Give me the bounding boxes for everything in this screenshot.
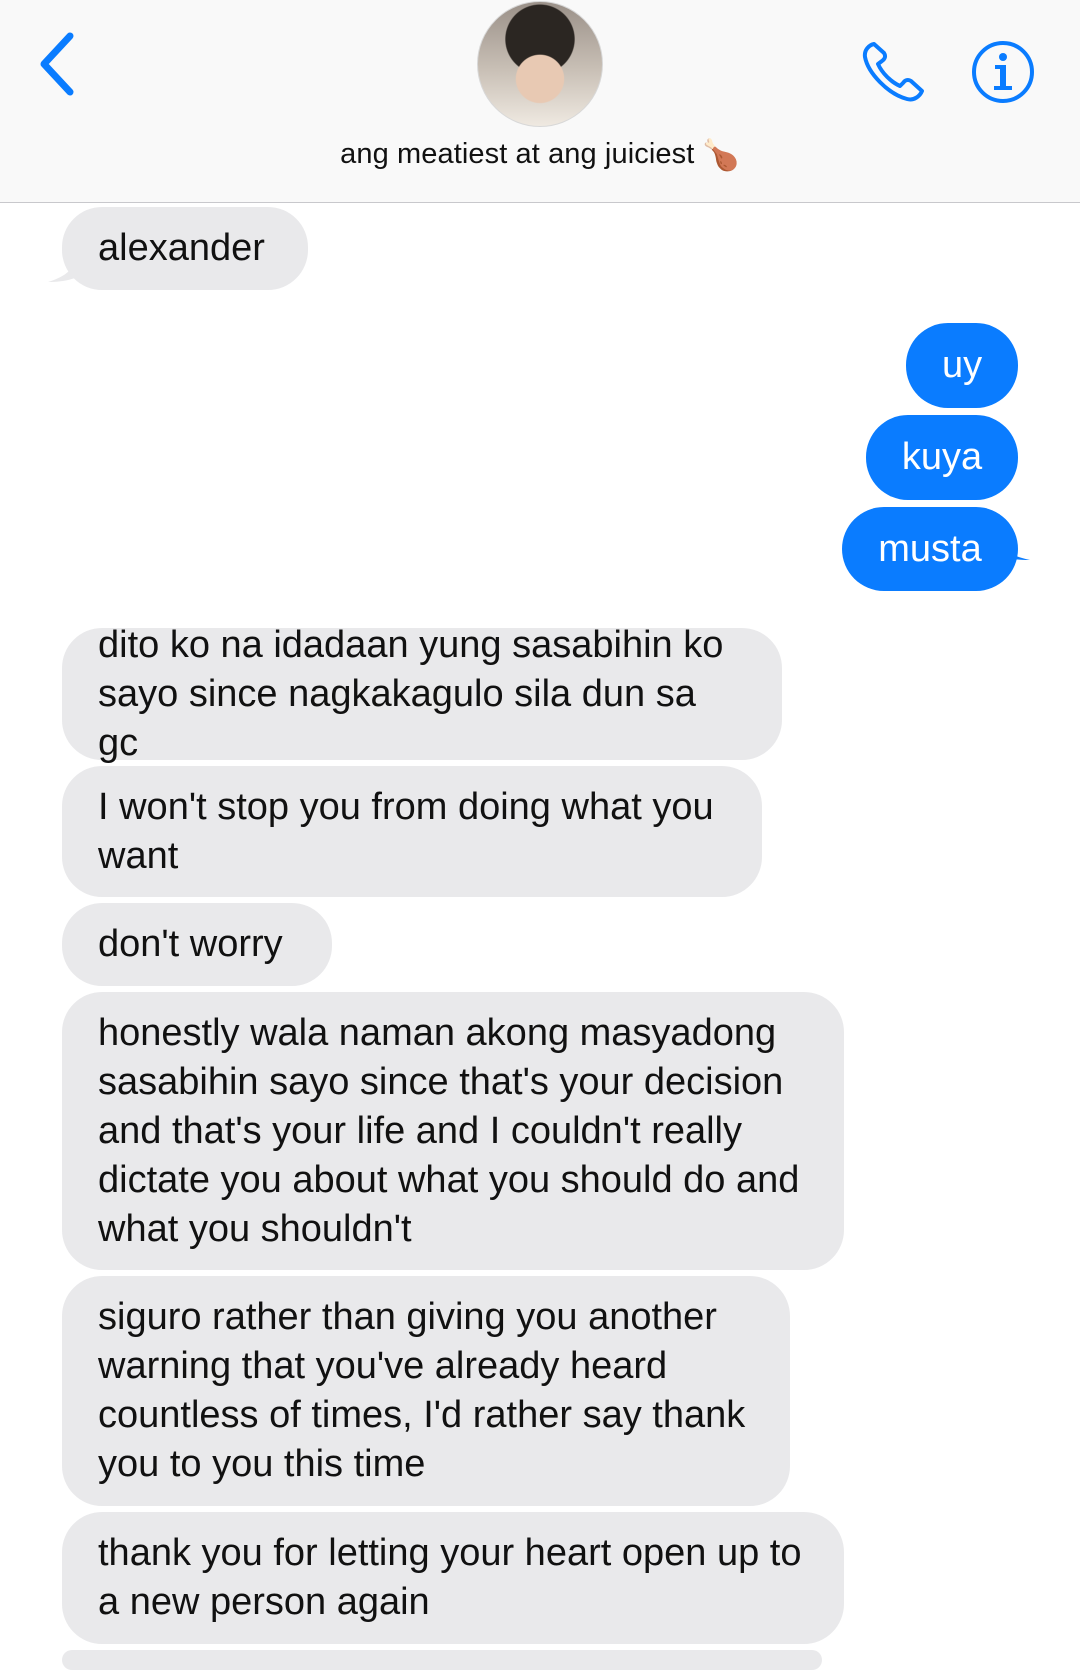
conversation-header: ang meatiest at ang juiciest 🍗: [0, 0, 1080, 203]
message-bubble-outgoing[interactable]: kuya: [866, 415, 1018, 500]
message-bubble-incoming-partial[interactable]: [62, 1650, 822, 1670]
message-bubble-incoming[interactable]: alexander: [62, 207, 308, 290]
message-bubble-outgoing[interactable]: musta: [842, 507, 1018, 591]
message-bubble-incoming[interactable]: thank you for letting your heart open up…: [62, 1512, 844, 1644]
message-bubble-incoming[interactable]: don't worry: [62, 903, 332, 986]
contact-name: ang meatiest at ang juiciest: [340, 138, 695, 170]
drumstick-emoji: 🍗: [702, 139, 740, 172]
message-bubble-incoming[interactable]: honestly wala naman akong masyadong sasa…: [62, 992, 844, 1270]
contact-name-row[interactable]: ang meatiest at ang juiciest 🍗: [0, 138, 1080, 173]
chevron-left-icon: [40, 32, 74, 96]
message-thread[interactable]: alexander uy kuya musta dito ko na idada…: [0, 203, 1080, 1670]
message-bubble-incoming[interactable]: I won't stop you from doing what you wan…: [62, 766, 762, 897]
info-icon: [972, 41, 1034, 103]
info-button[interactable]: [971, 40, 1035, 104]
message-bubble-outgoing[interactable]: uy: [906, 323, 1018, 408]
contact-avatar[interactable]: [477, 1, 603, 127]
message-bubble-incoming[interactable]: siguro rather than giving you another wa…: [62, 1276, 790, 1506]
call-button[interactable]: [860, 38, 930, 104]
message-bubble-incoming[interactable]: dito ko na idadaan yung sasabihin ko say…: [62, 624, 782, 764]
back-button[interactable]: [36, 30, 82, 100]
phone-icon: [862, 42, 924, 102]
